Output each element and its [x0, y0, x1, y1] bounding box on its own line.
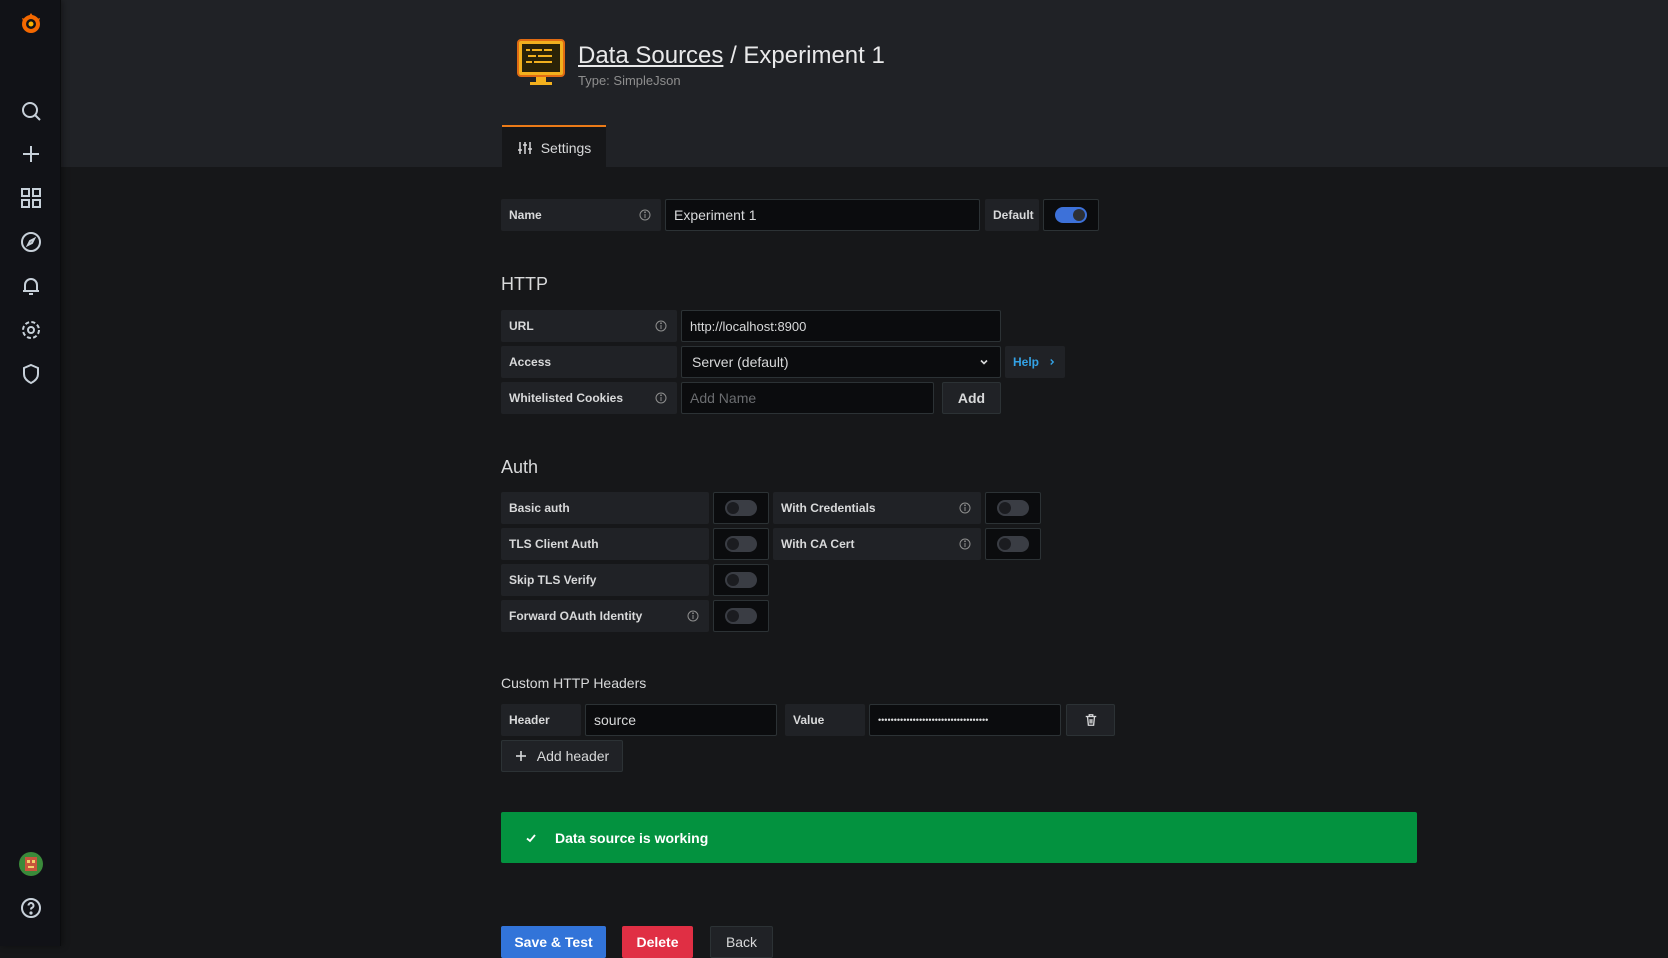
page-subtitle: Type: SimpleJson	[578, 73, 681, 88]
gear-icon[interactable]	[13, 312, 49, 348]
tls-client-auth-label: TLS Client Auth	[501, 528, 709, 560]
breadcrumb-data-sources-link[interactable]: Data Sources	[578, 42, 723, 69]
header-label: Header	[501, 704, 581, 736]
avatar[interactable]	[13, 846, 49, 882]
name-input[interactable]	[665, 199, 980, 231]
shield-icon[interactable]	[13, 356, 49, 392]
tls-client-auth-switch	[725, 536, 757, 552]
with-credentials-text: With Credentials	[781, 501, 876, 515]
sidebar	[0, 0, 61, 946]
tls-client-auth-toggle[interactable]	[713, 528, 769, 560]
add-header-button[interactable]: Add header	[501, 740, 623, 772]
access-label: Access	[501, 346, 677, 378]
help-icon[interactable]	[13, 890, 49, 926]
whitelisted-cookies-label: Whitelisted Cookies	[501, 382, 677, 414]
simplejson-logo-icon	[516, 36, 568, 88]
with-credentials-label: With Credentials	[773, 492, 981, 524]
info-icon[interactable]	[959, 538, 971, 550]
help-button[interactable]: Help	[1005, 346, 1065, 378]
with-ca-cert-label: With CA Cert	[773, 528, 981, 560]
forward-oauth-text: Forward OAuth Identity	[509, 609, 643, 623]
trash-icon	[1085, 714, 1096, 726]
skip-tls-verify-label: Skip TLS Verify	[501, 564, 709, 596]
help-button-label: Help	[1012, 355, 1039, 369]
page-name: Experiment 1	[743, 42, 885, 69]
url-label-text: URL	[509, 319, 534, 333]
auth-section-title: Auth	[501, 457, 539, 477]
header-value-input[interactable]: •••••••••••••••••••••••••••••••••••	[869, 704, 1061, 736]
with-ca-cert-toggle[interactable]	[985, 528, 1041, 560]
info-icon[interactable]	[959, 502, 971, 514]
bell-icon[interactable]	[13, 268, 49, 304]
with-credentials-toggle[interactable]	[985, 492, 1041, 524]
name-label: Name	[501, 199, 661, 231]
tab-settings[interactable]: Settings	[502, 125, 606, 169]
value-label: Value	[785, 704, 865, 736]
name-label-text: Name	[509, 208, 542, 222]
access-select-value: Server (default)	[692, 354, 789, 370]
skip-tls-verify-toggle[interactable]	[713, 564, 769, 596]
settings-sliders-icon	[517, 142, 532, 154]
custom-headers-title: Custom HTTP Headers	[501, 675, 647, 691]
basic-auth-label: Basic auth	[501, 492, 709, 524]
with-credentials-switch	[997, 500, 1029, 516]
url-label: URL	[501, 310, 677, 342]
alert-message: Data source is working	[555, 829, 709, 846]
delete-header-button[interactable]	[1066, 704, 1115, 736]
page-header: Data Sources / Experiment 1 Type: Simple…	[516, 36, 885, 88]
dashboards-icon[interactable]	[13, 180, 49, 216]
default-label: Default	[985, 199, 1039, 231]
basic-auth-toggle[interactable]	[713, 492, 769, 524]
default-toggle-switch	[1055, 207, 1087, 223]
url-input[interactable]	[681, 310, 1001, 342]
info-icon[interactable]	[687, 610, 699, 622]
success-alert: Data source is working	[501, 812, 1417, 863]
with-ca-cert-text: With CA Cert	[781, 537, 855, 551]
access-select[interactable]: Server (default)	[681, 346, 1001, 378]
chevron-right-icon	[1050, 359, 1055, 365]
forward-oauth-label: Forward OAuth Identity	[501, 600, 709, 632]
check-icon	[526, 833, 536, 842]
search-icon[interactable]	[13, 93, 49, 129]
http-section-title: HTTP	[501, 274, 548, 294]
plus-icon[interactable]	[13, 136, 49, 172]
cookie-name-input[interactable]	[681, 382, 934, 414]
chevron-down-icon	[980, 359, 988, 365]
save-test-button[interactable]: Save & Test	[501, 926, 606, 958]
breadcrumb-separator: /	[730, 42, 737, 69]
page-title: Data Sources / Experiment 1	[578, 41, 885, 71]
tab-settings-label: Settings	[540, 140, 592, 156]
info-icon[interactable]	[655, 392, 667, 404]
info-icon[interactable]	[639, 209, 651, 221]
default-toggle[interactable]	[1043, 199, 1099, 231]
with-ca-cert-switch	[997, 536, 1029, 552]
explore-compass-icon[interactable]	[13, 224, 49, 260]
grafana-logo-icon[interactable]	[13, 6, 49, 42]
basic-auth-switch	[725, 500, 757, 516]
delete-button[interactable]: Delete	[622, 926, 693, 958]
back-button[interactable]: Back	[710, 926, 773, 958]
forward-oauth-switch	[725, 608, 757, 624]
skip-tls-verify-switch	[725, 572, 757, 588]
header-name-input[interactable]	[585, 704, 777, 736]
info-icon[interactable]	[655, 320, 667, 332]
add-header-label: Add header	[536, 748, 610, 764]
plus-icon	[515, 751, 526, 761]
forward-oauth-toggle[interactable]	[713, 600, 769, 632]
add-cookie-button[interactable]: Add	[942, 382, 1001, 414]
whitelisted-cookies-label-text: Whitelisted Cookies	[509, 391, 624, 405]
